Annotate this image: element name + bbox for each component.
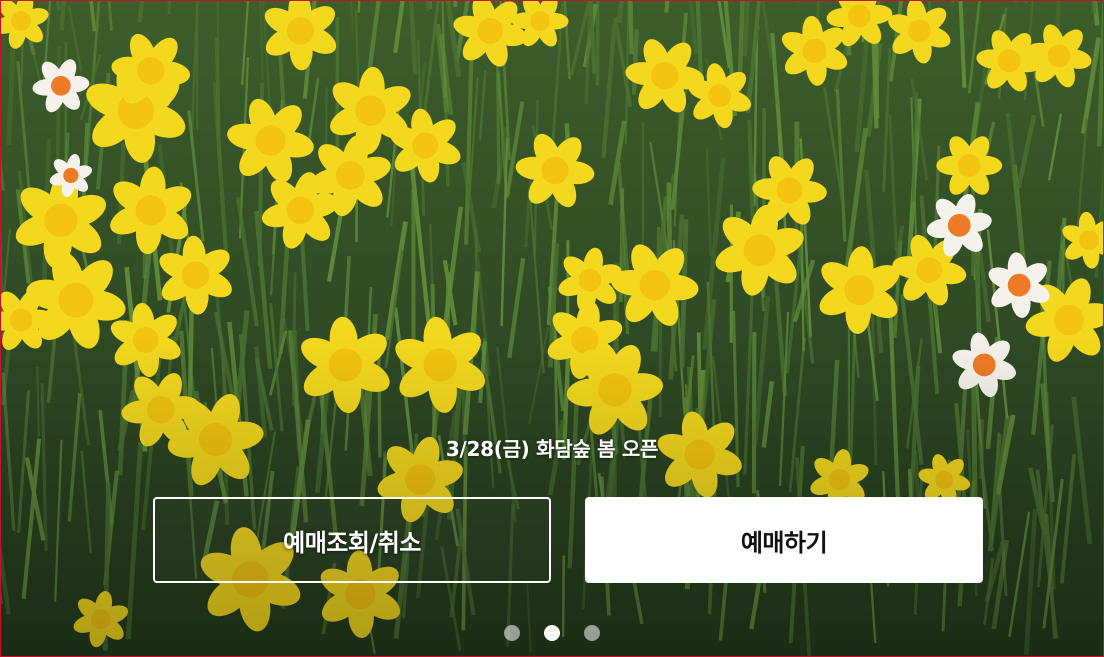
hero-caption: 3/28(금) 화담숲 봄 오픈 [445,437,659,461]
ticket-lookup-cancel-button[interactable]: 예매조회/취소 [153,497,551,583]
hero-banner: 3/28(금) 화담숲 봄 오픈 예매조회/취소 예매하기 [0,0,1104,657]
slide-dot-3[interactable] [584,625,600,641]
slide-dot-2[interactable] [544,625,560,641]
bottom-shade [1,336,1103,656]
book-ticket-button[interactable]: 예매하기 [585,497,983,583]
slide-pagination [1,625,1103,641]
slide-dot-1[interactable] [504,625,520,641]
